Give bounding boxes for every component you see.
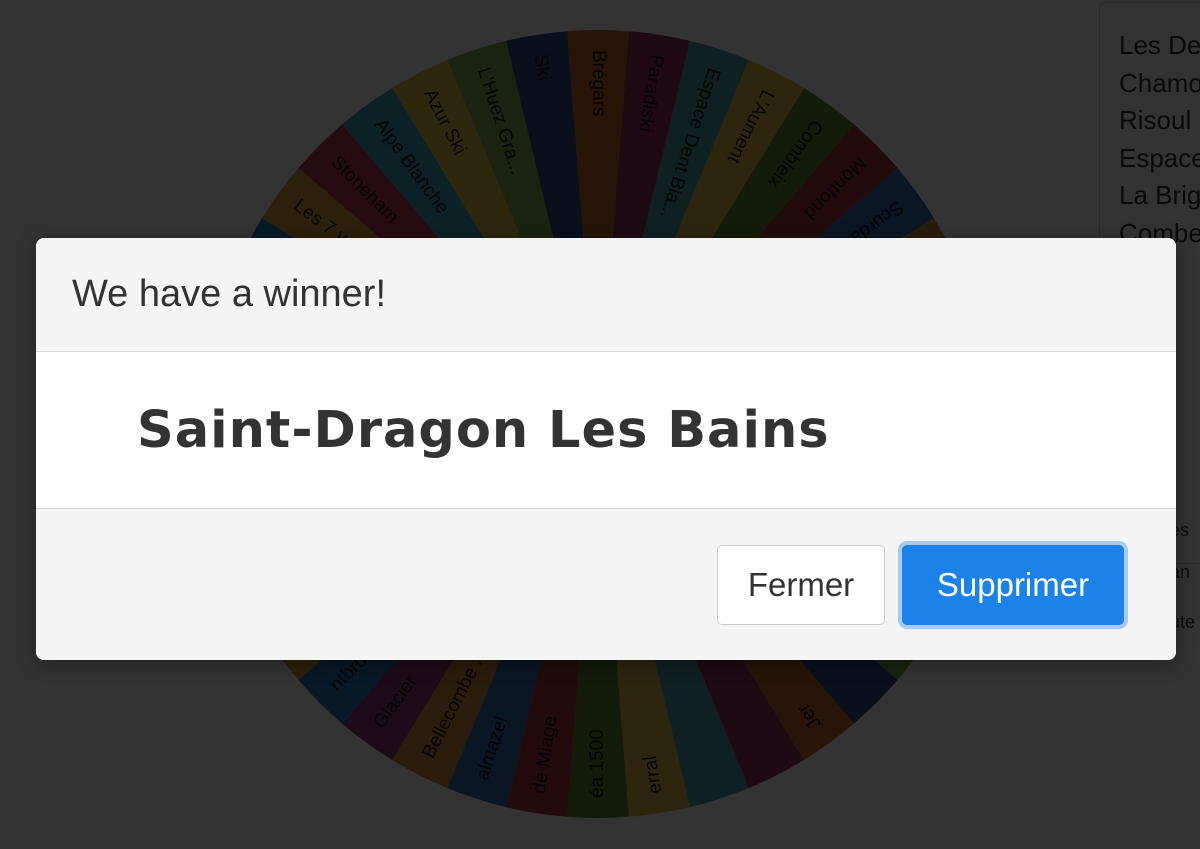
dialog-title: We have a winner! — [72, 273, 387, 315]
dialog-footer: Fermer Supprimer — [36, 508, 1176, 660]
close-button[interactable]: Fermer — [717, 545, 885, 625]
dialog-header: We have a winner! — [36, 238, 1176, 352]
winner-name: Saint-Dragon Les Bains — [137, 400, 830, 460]
delete-button[interactable]: Supprimer — [902, 545, 1124, 625]
dialog-body: Saint-Dragon Les Bains — [36, 352, 1176, 508]
winner-dialog: We have a winner! Saint-Dragon Les Bains… — [36, 238, 1176, 660]
